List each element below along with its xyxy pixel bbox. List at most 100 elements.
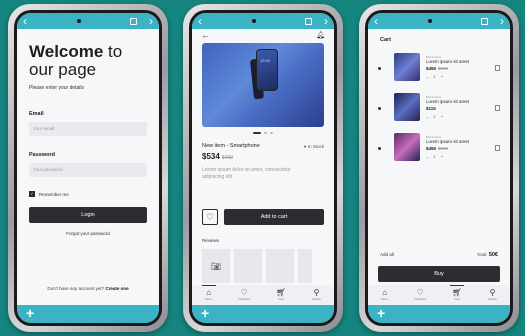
carousel-dots[interactable] [192,132,334,134]
nav-home[interactable]: ⌂ Home [201,285,217,301]
camera-icon [76,19,81,23]
plus-icon[interactable]: + [26,305,34,321]
arrow-left-icon[interactable]: ← [201,30,210,40]
forward-icon[interactable]: › [149,14,153,28]
review-thumb[interactable] [266,249,294,283]
heart-icon: ♡ [416,288,424,297]
stock-badge: ● In Stock [303,143,324,149]
password-label: Password [29,152,55,158]
cart-icon: 🛒︎ [275,288,287,297]
trash-icon[interactable] [495,145,500,151]
item-name: Lorem ipsum sit amet [426,99,470,104]
back-icon[interactable]: ‹ [198,14,202,28]
cart-icon: 🛒︎ [451,288,463,297]
item-image [394,53,420,81]
signup-note: Don't have any account yet? Create one [17,286,159,291]
item-image [394,133,420,161]
add-to-cart-button[interactable]: Add to cart [224,209,324,225]
back-icon[interactable]: ‹ [374,14,378,28]
cart-total: Total: 50€ [476,252,498,258]
phone-login: ‹ › Welcome to our page Please enter you… [8,4,168,332]
smartphone-illustration: 12:00 [256,49,278,91]
email-label: Email [29,111,44,117]
review-thumb[interactable]: 📷︎ [202,249,230,283]
create-account-link[interactable]: Create one [105,286,128,291]
product-image: 12:00 [202,43,324,127]
trash-icon[interactable] [495,65,500,71]
product-name: New item - Smartphone [202,143,260,149]
window-icon[interactable] [305,17,312,25]
remember-row: ✓ Remember me [29,191,147,197]
product-price: $534 $700 [202,152,233,161]
cart-item[interactable]: Brand name Lorem ipsum sit amet $455 $500… [374,133,502,167]
select-dot[interactable] [378,147,381,150]
login-form: Welcome to our page Please enter your de… [29,43,147,236]
bottom-bar: + [368,305,510,323]
bottom-bar: + [192,305,334,323]
add-all-link[interactable]: Add all [380,252,394,257]
phone-product: ‹ › ← 🔔︎ 12:00 New item - Smartphone ● I… [183,4,343,332]
cart-item[interactable]: Brand name Lorem ipsum sit amet $115 – 2… [374,93,502,127]
quantity-stepper[interactable]: – 1 + [426,74,445,79]
quantity-stepper[interactable]: – 1 + [426,154,445,159]
title-bold: Welcome [29,42,104,61]
forward-icon[interactable]: › [324,14,328,28]
review-thumb[interactable] [234,249,262,283]
window-icon[interactable] [130,17,137,25]
email-field[interactable]: Your email [29,122,147,136]
reviews-label: Reviews [202,238,220,243]
nav-favorites[interactable]: ♡ Favorites [414,288,426,301]
no-account-text: Don't have any account yet? [47,286,105,291]
cart-item[interactable]: Brand name Lorem ipsum sit amet $455 $500… [374,53,502,87]
review-thumb[interactable] [298,249,312,283]
camera-icon [251,19,256,23]
bottom-nav: ⌂ Home ♡ Favorites 🛒︎ Cart ⚲ Search [192,285,334,305]
item-image [394,93,420,121]
camera-icon [427,19,432,23]
select-dot[interactable] [378,67,381,70]
nav-search[interactable]: ⚲ Search [488,288,497,301]
forgot-password-link[interactable]: Forgot your password [29,231,147,236]
title-rest: to [103,42,123,61]
home-icon: ⌂ [206,288,212,297]
top-bar: ‹ › [192,13,334,29]
cart-title: Cart [380,37,392,43]
login-screen: ‹ › Welcome to our page Please enter you… [17,13,159,323]
quantity-stepper[interactable]: – 2 + [426,114,445,119]
heart-icon: ♡ [240,288,248,297]
login-button[interactable]: Login [29,207,147,223]
bottom-nav: ⌂ Home ♡ Favorites 🛒︎ Cart ⚲ Search [368,285,510,305]
title-line2: our page [29,60,97,79]
item-price: $115 [426,106,436,111]
nav-search[interactable]: ⚲ Search [312,288,321,301]
buy-button[interactable]: Buy [378,266,500,282]
nav-favorites[interactable]: ♡ Favorites [238,288,250,301]
favorite-button[interactable]: ♡ [202,209,218,225]
search-icon: ⚲ [313,288,320,297]
remember-checkbox[interactable]: ✓ [29,191,35,197]
item-name: Lorem ipsum sit amet [426,59,470,64]
nav-home[interactable]: ⌂ Home [381,288,388,301]
bell-icon[interactable]: 🔔︎ [316,31,325,39]
cart-screen: ‹ › Cart Brand name Lorem ipsum sit amet… [368,13,510,323]
product-info: New item - Smartphone ● In Stock $534 $70… [202,143,324,180]
forward-icon[interactable]: › [500,14,504,28]
hero-time: 12:00 [260,58,271,63]
nav-cart[interactable]: 🛒︎ Cart [449,285,465,301]
select-dot[interactable] [378,107,381,110]
plus-icon[interactable]: + [377,305,385,321]
camera-icon: 📷︎ [210,261,222,271]
heart-icon: ♡ [205,211,215,222]
back-icon[interactable]: ‹ [23,14,27,28]
subtitle: Please enter your details [29,85,85,91]
item-name: Lorem ipsum sit amet [426,139,470,144]
product-screen: ‹ › ← 🔔︎ 12:00 New item - Smartphone ● I… [192,13,334,323]
password-field[interactable]: Your password [29,163,147,177]
trash-icon[interactable] [495,105,500,111]
item-price: $455 $500 [426,146,449,151]
plus-icon[interactable]: + [201,305,209,321]
product-description: Lorem ipsum dolor sit amet, consectetur … [202,167,291,180]
nav-cart[interactable]: 🛒︎ Cart [276,288,286,301]
window-icon[interactable] [481,17,488,25]
phone-cart: ‹ › Cart Brand name Lorem ipsum sit amet… [359,4,519,332]
